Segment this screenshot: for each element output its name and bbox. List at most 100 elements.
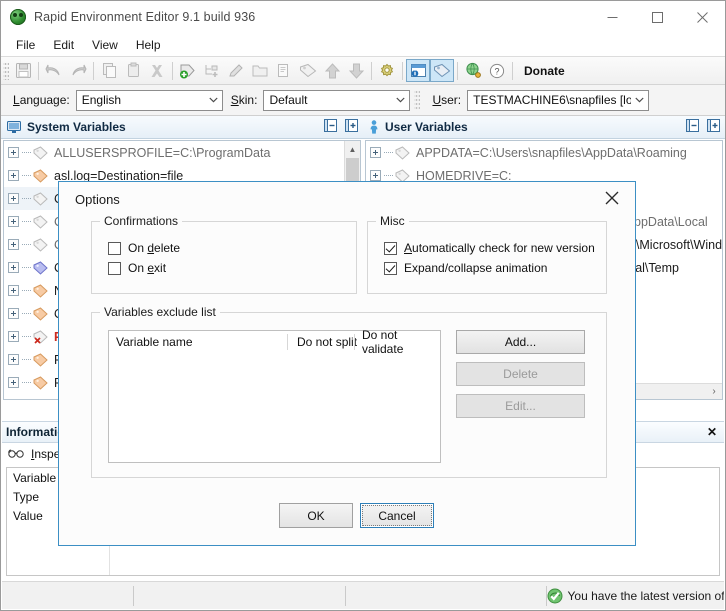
minimize-icon[interactable] bbox=[590, 1, 635, 33]
expand-toggle-icon[interactable] bbox=[8, 193, 19, 204]
move-down-icon[interactable] bbox=[344, 59, 368, 82]
checkbox-box[interactable] bbox=[384, 261, 397, 275]
menu-edit[interactable]: Edit bbox=[44, 36, 83, 54]
ok-button[interactable]: OK bbox=[279, 503, 353, 528]
list-item[interactable]: APPDATA=C:\Users\snapfiles\AppData\Roami… bbox=[366, 141, 722, 164]
window-title: Rapid Environment Editor 9.1 build 936 bbox=[34, 10, 256, 24]
language-select[interactable]: English bbox=[75, 89, 223, 111]
tag-icon bbox=[33, 398, 48, 399]
tree-line bbox=[22, 358, 31, 361]
delete-button[interactable]: Delete bbox=[456, 362, 585, 386]
checkbox-box[interactable] bbox=[384, 241, 397, 255]
tag-icon[interactable] bbox=[296, 59, 320, 82]
menu-view[interactable]: View bbox=[83, 36, 127, 54]
expand-toggle-icon[interactable] bbox=[370, 147, 381, 158]
chevron-down-icon bbox=[631, 97, 648, 103]
expand-toggle-icon[interactable] bbox=[8, 308, 19, 319]
move-up-icon[interactable] bbox=[320, 59, 344, 82]
settings-gear-icon[interactable] bbox=[375, 59, 399, 82]
column-do-not-split[interactable]: Do not split bbox=[297, 335, 357, 349]
tree-line bbox=[22, 151, 31, 154]
expand-toggle-icon[interactable] bbox=[8, 239, 19, 250]
confirmations-legend: Confirmations bbox=[100, 214, 183, 228]
checkbox-box[interactable] bbox=[108, 241, 121, 255]
show-tags-icon[interactable] bbox=[430, 59, 454, 82]
browse-file-icon[interactable] bbox=[272, 59, 296, 82]
expand-toggle-icon[interactable] bbox=[8, 285, 19, 296]
variables-exclude-listbox[interactable]: Variable name Do not split Do not valida… bbox=[108, 328, 441, 463]
misc-group: Misc Automatically check for new version… bbox=[367, 214, 607, 294]
add-value-icon[interactable] bbox=[200, 59, 224, 82]
collapse-all-icon[interactable] bbox=[685, 118, 700, 136]
dialog-title-bar: Options bbox=[59, 182, 635, 216]
scroll-right-icon[interactable]: › bbox=[706, 384, 722, 399]
skin-select[interactable]: Default bbox=[263, 89, 411, 111]
expand-toggle-icon[interactable] bbox=[8, 331, 19, 342]
checkbox-auto-check-version[interactable]: Automatically check for new version bbox=[384, 241, 606, 255]
checkbox-box[interactable] bbox=[108, 261, 121, 275]
glasses-icon bbox=[8, 447, 25, 461]
expand-toggle-icon[interactable] bbox=[8, 377, 19, 388]
add-button[interactable]: Add... bbox=[456, 330, 585, 354]
expand-toggle-icon[interactable] bbox=[8, 354, 19, 365]
toolbar-grip[interactable] bbox=[3, 61, 9, 80]
user-select[interactable]: TESTMACHINE6\snapfiles [logge bbox=[467, 89, 650, 111]
show-info-icon[interactable] bbox=[406, 59, 430, 82]
expand-toggle-icon[interactable] bbox=[8, 147, 19, 158]
tag-icon bbox=[33, 168, 48, 183]
close-icon[interactable] bbox=[680, 1, 725, 33]
tree-line bbox=[384, 151, 393, 154]
column-variable-name[interactable]: Variable name bbox=[116, 335, 193, 349]
browse-folder-icon[interactable] bbox=[248, 59, 272, 82]
close-icon[interactable] bbox=[595, 185, 629, 211]
menu-file[interactable]: File bbox=[7, 36, 44, 54]
help-icon[interactable]: ? bbox=[485, 59, 509, 82]
column-do-not-validate[interactable]: Do not validate bbox=[362, 328, 440, 356]
list-item[interactable]: ALLUSERSPROFILE=C:\ProgramData bbox=[4, 141, 360, 164]
redo-icon[interactable] bbox=[66, 59, 90, 82]
save-icon[interactable] bbox=[11, 59, 35, 82]
search-web-icon[interactable] bbox=[461, 59, 485, 82]
tag-icon bbox=[33, 191, 48, 206]
expand-all-icon[interactable] bbox=[344, 118, 359, 136]
collapse-all-icon[interactable] bbox=[323, 118, 338, 136]
system-variables-title: System Variables bbox=[27, 120, 126, 134]
toolbar-separator bbox=[93, 61, 94, 80]
checkbox-label: On delete bbox=[128, 241, 181, 255]
tag-icon bbox=[33, 237, 48, 252]
close-icon[interactable]: ✕ bbox=[707, 425, 717, 439]
window-controls bbox=[590, 1, 725, 33]
cancel-button[interactable]: Cancel bbox=[360, 503, 434, 528]
expand-toggle-icon[interactable] bbox=[8, 216, 19, 227]
undo-icon[interactable] bbox=[42, 59, 66, 82]
expand-toggle-icon[interactable] bbox=[370, 170, 381, 181]
expand-all-icon[interactable] bbox=[706, 118, 721, 136]
scroll-up-icon[interactable]: ▲ bbox=[345, 141, 360, 157]
toolbar-separator bbox=[172, 61, 173, 80]
user-variables-title: User Variables bbox=[385, 120, 468, 134]
checkbox-on-delete[interactable]: On delete bbox=[108, 241, 356, 255]
expand-toggle-icon[interactable] bbox=[8, 170, 19, 181]
selector-grip[interactable] bbox=[414, 89, 421, 111]
edit-button[interactable]: Edit... bbox=[456, 394, 585, 418]
update-status[interactable]: You have the latest version of R bbox=[547, 588, 724, 604]
column-divider[interactable] bbox=[287, 334, 288, 350]
language-label: Language: bbox=[13, 93, 70, 107]
donate-button[interactable]: Donate bbox=[518, 64, 571, 78]
copy-icon[interactable] bbox=[97, 59, 121, 82]
paste-icon[interactable] bbox=[121, 59, 145, 82]
maximize-icon[interactable] bbox=[635, 1, 680, 33]
add-variable-icon[interactable] bbox=[176, 59, 200, 82]
svg-text:?: ? bbox=[494, 66, 499, 76]
menu-help[interactable]: Help bbox=[127, 36, 170, 54]
expand-toggle-icon[interactable] bbox=[8, 262, 19, 273]
system-pane-tools bbox=[323, 118, 359, 136]
update-check-icon bbox=[547, 588, 563, 604]
delete-icon[interactable] bbox=[145, 59, 169, 82]
rapidee-logo-icon bbox=[10, 9, 26, 25]
column-divider[interactable] bbox=[354, 334, 355, 350]
checkbox-expand-collapse-animation[interactable]: Expand/collapse animation bbox=[384, 261, 606, 275]
checkbox-on-exit[interactable]: On exit bbox=[108, 261, 356, 275]
checkbox-label: Automatically check for new version bbox=[404, 241, 595, 255]
edit-icon[interactable] bbox=[224, 59, 248, 82]
